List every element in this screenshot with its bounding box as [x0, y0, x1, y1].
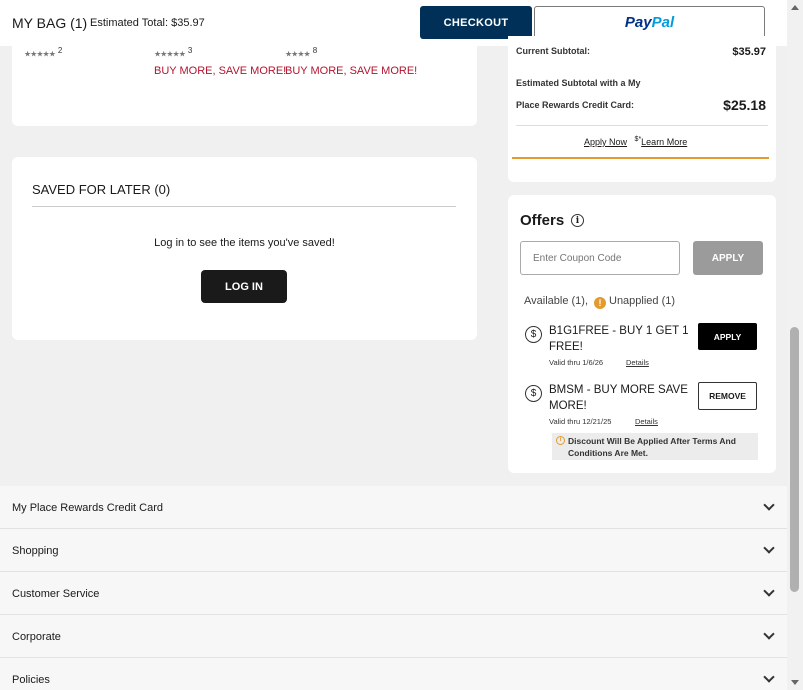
paypal-logo-pal: Pal	[651, 14, 675, 31]
warning-icon: !	[594, 297, 606, 309]
accordion-label: Policies	[12, 674, 50, 686]
vertical-scrollbar[interactable]	[787, 0, 803, 690]
accordion-item-corporate[interactable]: Corporate	[0, 615, 787, 658]
product-item[interactable]: ★★★★★ 3	[154, 46, 192, 59]
offer-valid-date: Valid thru 1/6/26	[549, 358, 604, 367]
rewards-subtotal-label-line1: Estimated Subtotal with a My	[516, 78, 641, 88]
discount-notice: i Discount Will Be Applied After Terms A…	[552, 433, 758, 460]
accordion-item-rewards-card[interactable]: My Place Rewards Credit Card	[0, 486, 787, 529]
coupon-code-input[interactable]	[520, 241, 680, 275]
chevron-down-icon	[763, 585, 775, 597]
current-subtotal-value: $35.97	[732, 46, 766, 58]
accordion-label: Customer Service	[12, 588, 100, 600]
saved-for-later-title: SAVED FOR LATER (0)	[32, 182, 171, 197]
paypal-logo-pay: Pay	[624, 14, 652, 31]
accordion-label: Shopping	[12, 545, 59, 557]
promo-label: BUY MORE, SAVE MORE!	[285, 65, 418, 77]
info-circle-icon: i	[556, 436, 565, 445]
accordion-label: My Place Rewards Credit Card	[12, 502, 163, 514]
footer-accordion: My Place Rewards Credit Card Shopping Cu…	[0, 486, 787, 690]
available-count: Available (1),	[524, 295, 588, 307]
saved-login-message: Log in to see the items you've saved!	[154, 237, 335, 249]
order-subtotal-card: Current Subtotal: $35.97 Estimated Subto…	[508, 36, 776, 182]
apply-coupon-button[interactable]: APPLY	[693, 241, 763, 275]
scrollbar-thumb[interactable]	[790, 327, 799, 592]
accordion-label: Corporate	[12, 631, 61, 643]
credit-card-links: Apply Now $*Learn More	[584, 136, 687, 147]
rating-stars: ★★★★★ 3	[154, 46, 193, 59]
offer-name: B1G1FREE - BUY 1 GET 1 FREE!	[549, 325, 689, 353]
product-recommendations-card: ★★★★★ 2 ★★★★★ 3 BUY MORE, SAVE MORE! ★★★★ 8…	[12, 36, 477, 126]
chevron-down-icon	[763, 499, 775, 511]
offers-card: Offers i APPLY Available (1),!Unapplied …	[508, 195, 776, 473]
dollar-coin-icon: $	[525, 326, 542, 343]
learn-more-link[interactable]: Learn More	[641, 137, 687, 147]
dollar-coin-icon: $	[525, 385, 542, 402]
product-item[interactable]: ★★★★ 8	[285, 46, 317, 59]
info-icon[interactable]: i	[571, 214, 584, 227]
apply-now-link[interactable]: Apply Now	[584, 137, 627, 147]
offers-status: Available (1),! Unapplied (1)	[524, 295, 675, 309]
product-item[interactable]: ★★★★★ 2	[24, 46, 62, 59]
discount-notice-text: Discount Will Be Applied After Terms And…	[568, 436, 736, 458]
offer-apply-button[interactable]: APPLY	[698, 323, 757, 350]
scroll-down-arrow-icon[interactable]	[791, 680, 799, 685]
accordion-item-customer-service[interactable]: Customer Service	[0, 572, 787, 615]
bag-title: MY BAG (1)	[12, 15, 88, 31]
chevron-down-icon	[763, 671, 775, 683]
login-button[interactable]: LOG IN	[201, 270, 287, 303]
rewards-subtotal-value: $25.18	[723, 97, 766, 113]
rating-stars: ★★★★★ 2	[24, 46, 63, 59]
accent-divider	[512, 157, 769, 159]
checkout-button[interactable]: CHECKOUT	[420, 6, 532, 39]
accordion-item-shopping[interactable]: Shopping	[0, 529, 787, 572]
accordion-item-policies[interactable]: Policies	[0, 658, 787, 690]
offer-details-link[interactable]: Details	[635, 417, 658, 426]
scroll-up-arrow-icon[interactable]	[791, 5, 799, 10]
current-subtotal-label: Current Subtotal:	[516, 46, 590, 56]
rating-stars: ★★★★ 8	[285, 46, 318, 59]
offer-details-link[interactable]: Details	[626, 358, 649, 367]
offer-valid-date: Valid thru 12/21/25	[549, 417, 612, 426]
paypal-button[interactable]: Pay Pal	[534, 6, 765, 39]
offer-remove-button[interactable]: REMOVE	[698, 382, 757, 410]
chevron-down-icon	[763, 628, 775, 640]
chevron-down-icon	[763, 542, 775, 554]
offers-title: Offers	[520, 212, 565, 229]
promo-label: BUY MORE, SAVE MORE!	[154, 65, 287, 77]
unapplied-count: Unapplied (1)	[609, 295, 676, 307]
saved-for-later-card: SAVED FOR LATER (0) Log in to see the it…	[12, 157, 477, 340]
offer-name: BMSM - BUY MORE SAVE MORE!	[549, 384, 688, 412]
estimated-total: Estimated Total: $35.97	[90, 17, 205, 29]
divider	[32, 206, 456, 207]
divider	[516, 125, 768, 126]
